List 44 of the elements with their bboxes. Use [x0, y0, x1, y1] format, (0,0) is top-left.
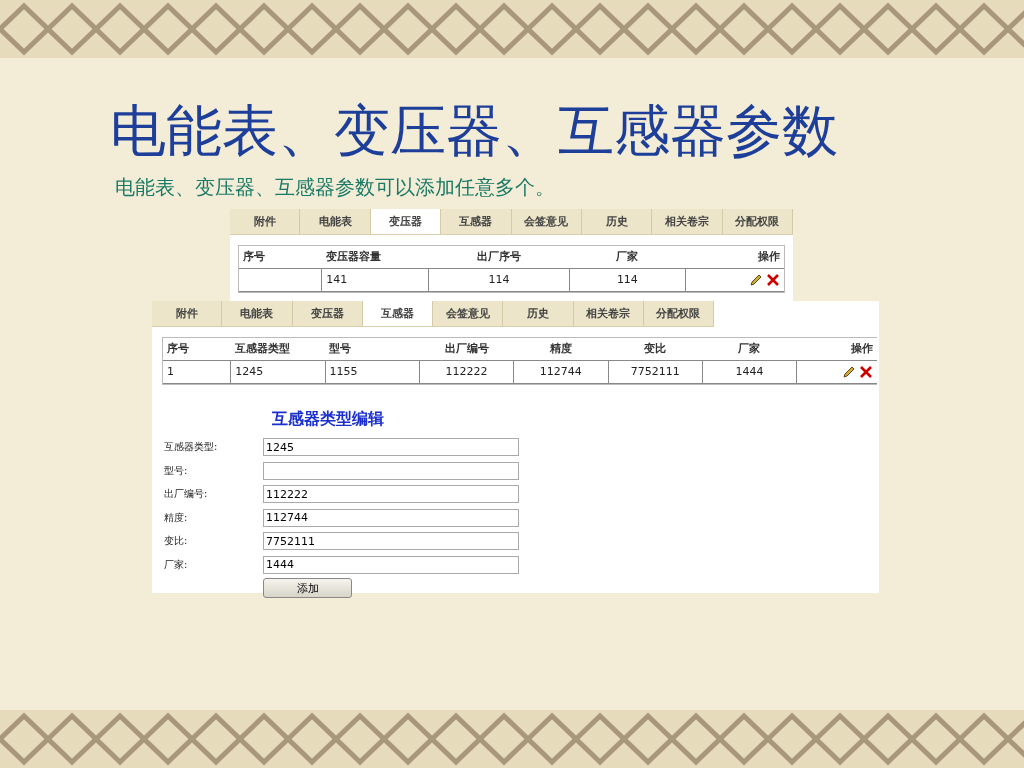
tab[interactable]: 变压器	[370, 208, 442, 234]
table-cell: 1	[167, 364, 174, 378]
field-label: 型号:	[164, 463, 189, 478]
table-cell: 1155	[324, 360, 419, 383]
input-field[interactable]	[263, 461, 519, 480]
column-header: 互感器类型	[233, 340, 291, 357]
column-header: 精度	[548, 340, 573, 357]
field-label: 出厂编号:	[164, 487, 209, 502]
table-cell: 1245	[230, 360, 325, 383]
column-header: 出厂序号	[475, 248, 522, 265]
table-cell: 141	[321, 268, 428, 291]
slide-title: 电能表、变压器、互感器参数	[110, 100, 839, 162]
table-cell: 7752111	[607, 360, 702, 383]
column-header: 变比	[643, 340, 668, 357]
column-header: 序号	[242, 248, 266, 265]
delete-icon[interactable]	[766, 272, 780, 287]
table-cell: 114	[427, 268, 569, 291]
field-label: 互感器类型:	[164, 440, 219, 455]
column-header: 操作	[757, 248, 781, 265]
column-header: 操作	[850, 340, 875, 357]
delete-icon[interactable]	[859, 364, 873, 379]
pencil-icon[interactable]	[842, 364, 856, 379]
input-field[interactable]: 1245	[263, 438, 519, 457]
table-cell: 112744	[513, 360, 608, 383]
pencil-icon[interactable]	[749, 272, 763, 287]
add-button[interactable]: 添加	[263, 578, 352, 599]
form-title: 互感器类型编辑	[272, 408, 385, 430]
column-header: 型号	[328, 340, 353, 357]
column-header: 厂家	[737, 340, 762, 357]
input-field[interactable]: 112222	[263, 485, 519, 504]
field-label: 厂家:	[164, 557, 189, 572]
table-cell: 112222	[418, 360, 514, 383]
column-header: 变压器容量	[324, 248, 382, 265]
table-cell: 114	[568, 268, 685, 291]
column-header: 序号	[166, 340, 190, 357]
column-header: 出厂编号	[443, 340, 490, 357]
input-field[interactable]: 1444	[263, 555, 519, 574]
field-label: 变比:	[164, 534, 189, 549]
slide-subtitle: 电能表、变压器、互感器参数可以添加任意多个。	[115, 173, 556, 201]
table-cell: 1444	[701, 360, 797, 383]
column-header: 厂家	[615, 248, 640, 265]
field-label: 精度:	[164, 510, 189, 525]
input-field[interactable]: 112744	[263, 508, 519, 527]
input-field[interactable]: 7752111	[263, 532, 519, 551]
